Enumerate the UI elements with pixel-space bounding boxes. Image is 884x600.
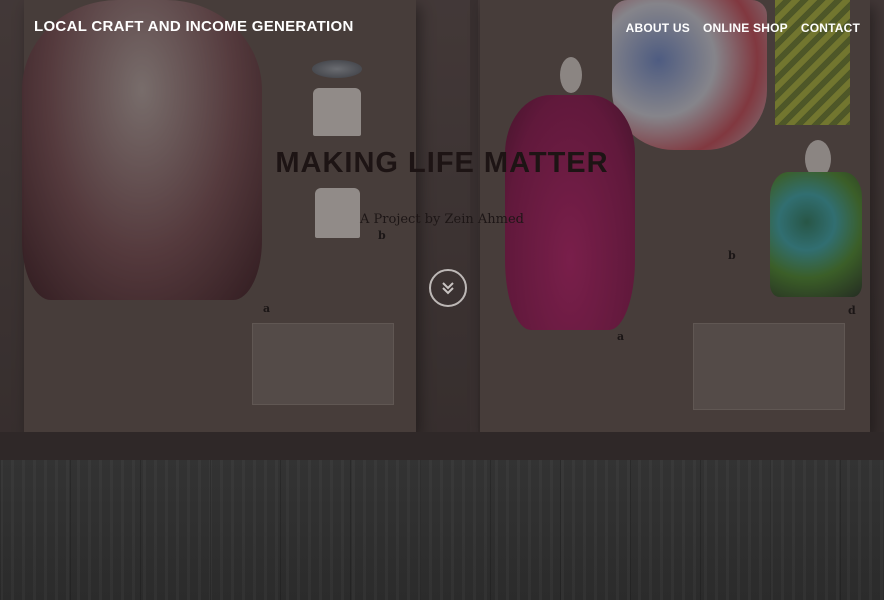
hero-title: MAKING LIFE MATTER (275, 147, 609, 179)
scroll-down-button[interactable] (429, 269, 467, 307)
wood-texture-section (0, 460, 884, 600)
nav-online-shop[interactable]: ONLINE SHOP (703, 21, 788, 35)
main-nav: ABOUT US ONLINE SHOP CONTACT (626, 21, 860, 35)
top-navigation-bar: LOCAL CRAFT AND INCOME GENERATION ABOUT … (0, 0, 884, 56)
double-chevron-down-icon (442, 282, 454, 295)
site-brand-link[interactable]: LOCAL CRAFT AND INCOME GENERATION (34, 18, 354, 35)
nav-contact[interactable]: CONTACT (801, 21, 860, 35)
hero-section: b a a b d LOCAL CRAFT AND INCOME GENERAT… (0, 0, 884, 460)
hero-subtitle: A Project by Zein Ahmed (360, 212, 524, 227)
hero-dark-overlay (0, 0, 884, 460)
nav-about-us[interactable]: ABOUT US (626, 21, 690, 35)
